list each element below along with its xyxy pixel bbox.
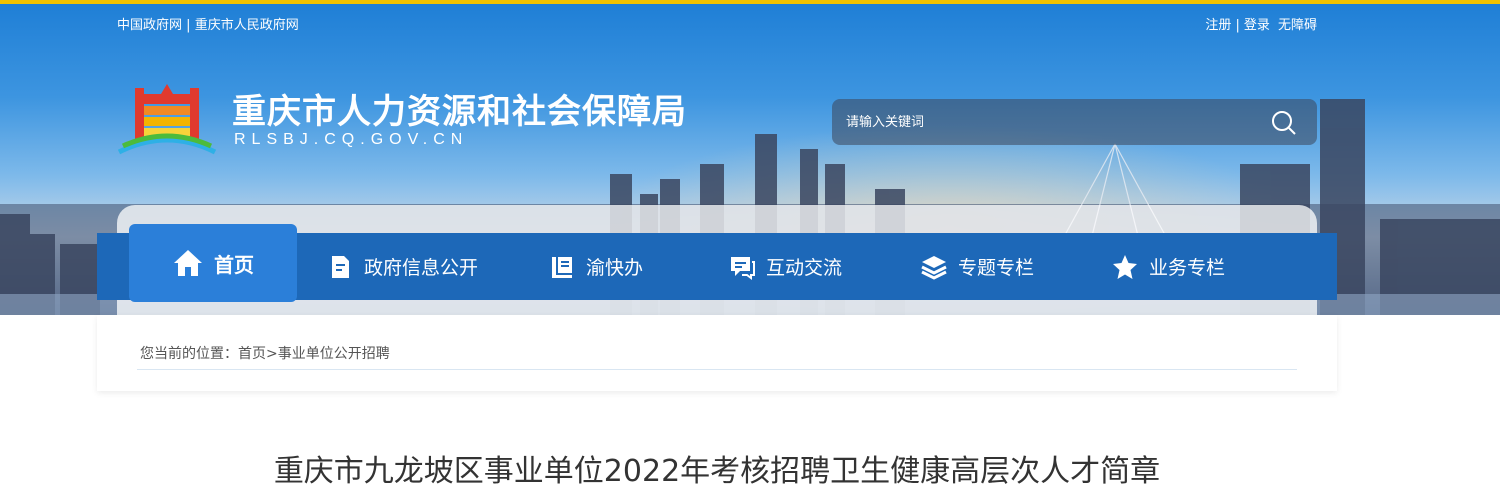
search-input[interactable] bbox=[846, 114, 1256, 130]
emblem-logo-icon[interactable] bbox=[117, 80, 217, 158]
breadcrumb-home-link[interactable]: 首页 bbox=[238, 346, 266, 362]
home-icon bbox=[174, 250, 202, 276]
separator: | bbox=[186, 18, 191, 33]
link-china-gov[interactable]: 中国政府网 bbox=[117, 18, 182, 33]
nav-item-special-topics[interactable]: 专题专栏 bbox=[920, 233, 1034, 300]
breadcrumb-current[interactable]: 事业单位公开招聘 bbox=[278, 346, 390, 362]
book-icon bbox=[552, 256, 572, 278]
user-links: 注册 | 登录 无障碍 bbox=[1201, 14, 1317, 33]
breadcrumb-card: 您当前的位置：首页>事业单位公开招聘 bbox=[97, 315, 1337, 391]
breadcrumb-separator: > bbox=[266, 346, 278, 362]
chat-icon bbox=[731, 256, 755, 280]
nav-item-home[interactable]: 首页 bbox=[129, 224, 297, 302]
nav-item-business[interactable]: 业务专栏 bbox=[1111, 233, 1225, 300]
star-icon bbox=[1113, 254, 1137, 279]
accessibility-link[interactable]: 无障碍 bbox=[1278, 18, 1317, 33]
link-chongqing-gov[interactable]: 重庆市人民政府网 bbox=[195, 18, 299, 33]
breadcrumb-prefix: 您当前的位置： bbox=[140, 346, 238, 362]
layers-icon bbox=[921, 255, 947, 280]
register-link[interactable]: 注册 bbox=[1205, 18, 1231, 33]
separator: | bbox=[1235, 18, 1240, 33]
search-icon[interactable] bbox=[1271, 110, 1297, 136]
gov-links: 中国政府网 | 重庆市人民政府网 bbox=[117, 14, 299, 33]
divider bbox=[137, 369, 1297, 370]
nav-label: 渝快办 bbox=[586, 257, 644, 279]
site-domain: RLSBJ.CQ.GOV.CN bbox=[234, 131, 469, 148]
site-title[interactable]: 重庆市人力资源和社会保障局 bbox=[232, 84, 687, 133]
nav-item-yukuaiban[interactable]: 渝快办 bbox=[548, 233, 643, 300]
nav-label: 业务专栏 bbox=[1149, 257, 1226, 279]
document-icon bbox=[332, 255, 349, 278]
login-link[interactable]: 登录 bbox=[1244, 18, 1270, 33]
nav-label: 首页 bbox=[214, 252, 254, 277]
nav-label: 政府信息公开 bbox=[364, 257, 479, 279]
search-bar bbox=[832, 99, 1317, 145]
breadcrumb: 您当前的位置：首页>事业单位公开招聘 bbox=[140, 343, 390, 363]
nav-label: 专题专栏 bbox=[958, 257, 1035, 279]
nav-label: 互动交流 bbox=[766, 257, 843, 279]
nav-item-gov-info[interactable]: 政府信息公开 bbox=[326, 233, 478, 300]
article-title: 重庆市九龙坡区事业单位2022年考核招聘卫生健康高层次人才简章 bbox=[273, 454, 1161, 489]
nav-item-interaction[interactable]: 互动交流 bbox=[728, 233, 842, 300]
